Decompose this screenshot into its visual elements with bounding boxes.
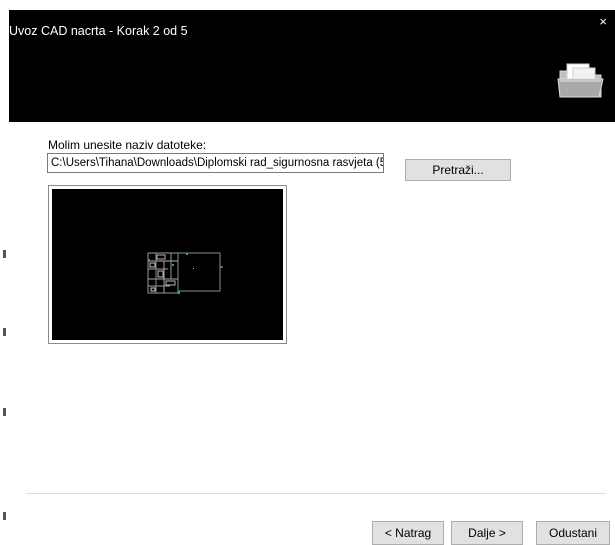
browse-button[interactable]: Pretraži... [405, 159, 511, 181]
window-title: Uvoz CAD nacrta - Korak 2 od 5 [9, 24, 188, 38]
footer-separator [26, 493, 606, 494]
open-folder-icon [557, 63, 604, 98]
desktop-mark [3, 512, 6, 520]
close-icon[interactable]: × [599, 15, 607, 28]
file-path-input[interactable] [47, 153, 384, 173]
cad-preview [52, 189, 283, 340]
desktop-edge [0, 0, 9, 545]
cad-drawing-thumbnail [147, 252, 223, 294]
next-button[interactable]: Dalje > [451, 521, 523, 545]
file-name-label: Molim unesite naziv datoteke: [48, 138, 207, 152]
wizard-header: Uvoz CAD nacrta - Korak 2 od 5 × [9, 10, 615, 122]
cancel-button[interactable]: Odustani [536, 521, 610, 545]
back-button[interactable]: < Natrag [372, 521, 444, 545]
desktop-mark [3, 328, 6, 336]
wizard-window: Uvoz CAD nacrta - Korak 2 od 5 × Molim u… [9, 10, 615, 545]
cad-preview-frame [48, 185, 287, 344]
desktop-mark [3, 250, 6, 258]
desktop-mark [3, 408, 6, 416]
